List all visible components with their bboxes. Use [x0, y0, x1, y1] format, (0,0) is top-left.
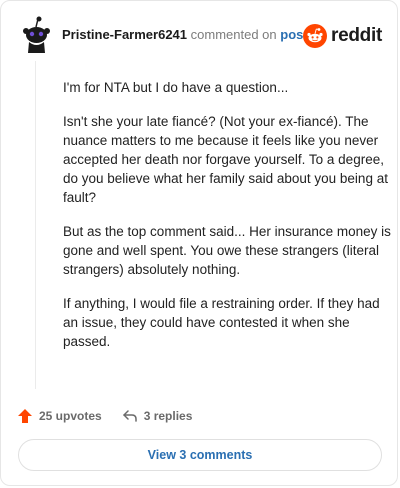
comment-paragraph: If anything, I would file a restraining … [63, 296, 380, 349]
reddit-logo-icon [303, 24, 328, 48]
comment-paragraph: Isn't she your late fiancé? (Not your ex… [63, 114, 388, 205]
username-link[interactable]: Pristine-Farmer6241 [62, 27, 187, 42]
comment-header: Pristine-Farmer6241 commented on post re… [17, 15, 385, 55]
comment-byline: Pristine-Farmer6241 commented on post [62, 27, 308, 42]
comment-card: Pristine-Farmer6241 commented on post re… [0, 0, 398, 486]
avatar[interactable] [17, 15, 57, 55]
comment-body: I'm for NTA but I do have a question... … [63, 78, 391, 366]
snoo-avatar-icon [23, 16, 50, 53]
upvote-count: 25 upvotes [39, 409, 102, 423]
comment-paragraph: I'm for NTA but I do have a question... [63, 80, 289, 95]
replies-button[interactable]: 3 replies [122, 408, 193, 424]
upvote-arrow-icon [18, 409, 32, 423]
view-comments-button[interactable]: View 3 comments [18, 439, 382, 471]
reddit-logo[interactable]: reddit [303, 23, 382, 49]
action-text: commented on [190, 27, 277, 42]
thread-line[interactable] [35, 61, 36, 389]
reddit-wordmark: reddit [331, 25, 382, 46]
reply-count: 3 replies [143, 409, 193, 423]
comment-footer: 25 upvotes 3 replies [17, 406, 192, 426]
upvote-button[interactable]: 25 upvotes [17, 408, 102, 424]
comment-paragraph: But as the top comment said... Her insur… [63, 224, 391, 277]
reply-arrow-icon [122, 410, 137, 422]
